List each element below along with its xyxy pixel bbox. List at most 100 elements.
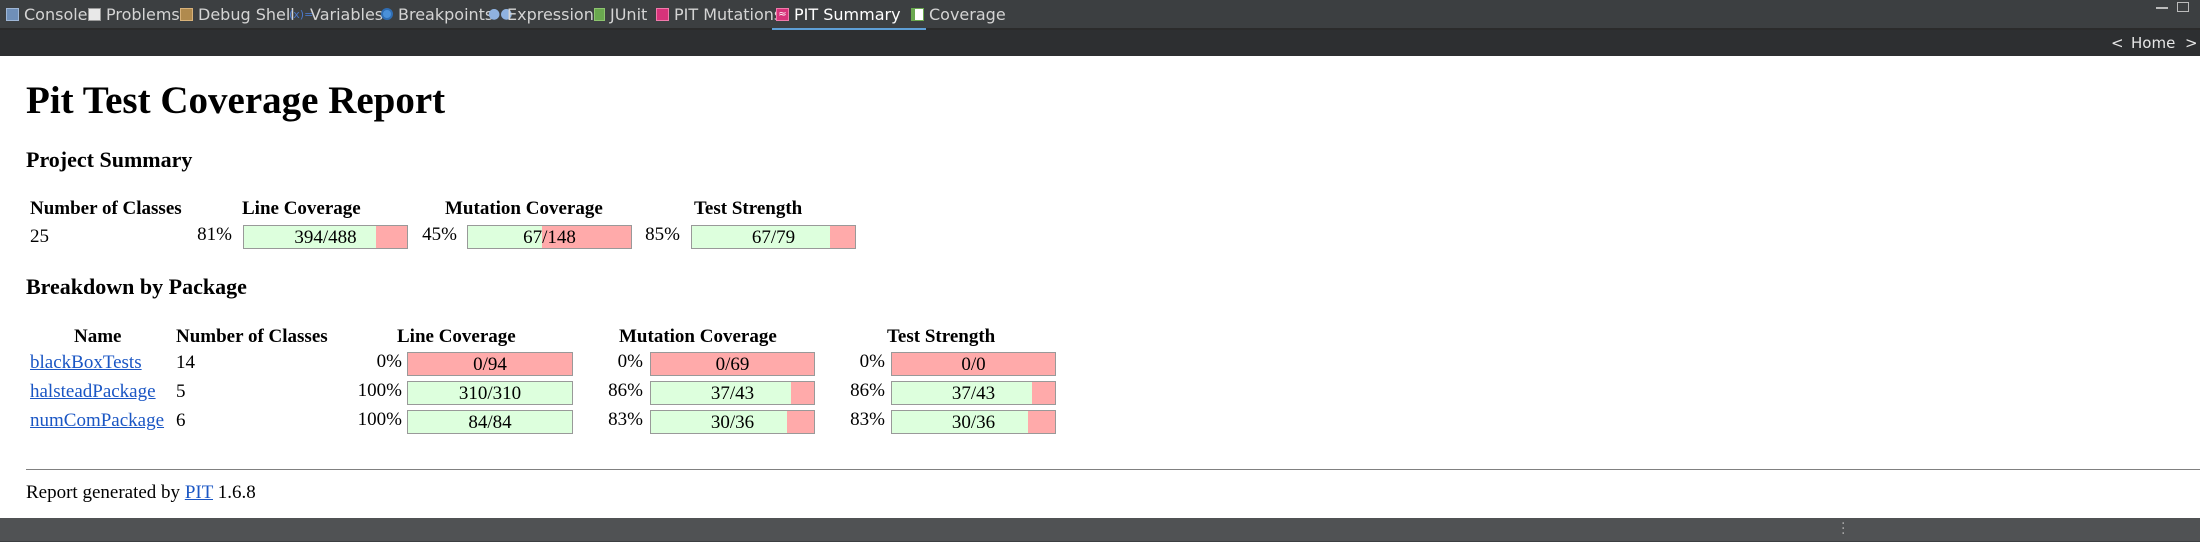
package-mutation-value: 37/43 bbox=[710, 383, 755, 404]
tab-label: JUnit bbox=[610, 4, 648, 24]
package-line-pct: 100% bbox=[357, 409, 402, 430]
browser-toolbar: < Home > bbox=[0, 30, 2200, 56]
view-tab-bar: Console Problems Debug Shell (x)= Variab… bbox=[0, 0, 2200, 31]
summary-strength-value: 67/79 bbox=[751, 227, 796, 248]
breakdown-header-classes: Number of Classes bbox=[176, 326, 328, 347]
report-page: Pit Test Coverage Report Project Summary… bbox=[0, 56, 2200, 518]
summary-line-bar: 394/488 bbox=[243, 225, 408, 249]
package-line-bar: 84/84 bbox=[407, 410, 573, 434]
package-classes: 14 bbox=[176, 352, 195, 373]
package-link-halsteadpackage[interactable]: halsteadPackage bbox=[30, 381, 156, 403]
package-line-bar: 0/94 bbox=[407, 352, 573, 376]
package-classes: 6 bbox=[176, 410, 186, 431]
package-link-blackboxtests[interactable]: blackBoxTests bbox=[30, 352, 142, 374]
tab-label: Console bbox=[24, 4, 88, 24]
tab-junit[interactable]: JUnit bbox=[594, 0, 647, 28]
tab-variables[interactable]: (x)= Variables bbox=[289, 0, 383, 28]
tab-label: Coverage bbox=[929, 4, 1006, 24]
pit-link[interactable]: PIT bbox=[185, 482, 213, 503]
summary-mutation-value: 67/148 bbox=[523, 227, 576, 248]
tab-label: Problems bbox=[106, 4, 180, 24]
summary-header-strength: Test Strength bbox=[694, 198, 803, 219]
summary-header-mutation: Mutation Coverage bbox=[445, 198, 603, 219]
report-footer: Report generated by PIT 1.6.8 bbox=[26, 482, 256, 504]
package-strength-bar: 30/36 bbox=[891, 410, 1056, 434]
resize-grip-icon[interactable]: · · · bbox=[1841, 517, 1845, 541]
breakdown-header-line: Line Coverage bbox=[397, 326, 516, 347]
summary-mutation-pct: 45% bbox=[422, 224, 457, 245]
forward-button[interactable]: > bbox=[2185, 34, 2198, 52]
summary-mutation-bar: 67/148 bbox=[467, 225, 632, 249]
summary-header-line: Line Coverage bbox=[242, 198, 361, 219]
tab-pit-mutations[interactable]: PIT Mutations bbox=[656, 0, 782, 28]
summary-strength-bar: 67/79 bbox=[691, 225, 856, 249]
expressions-icon: ●● bbox=[488, 5, 513, 22]
tab-label: Breakpoints bbox=[398, 4, 494, 24]
junit-icon bbox=[594, 7, 605, 21]
package-line-pct: 0% bbox=[376, 351, 402, 372]
package-line-bar: 310/310 bbox=[407, 381, 573, 405]
breakdown-header-name: Name bbox=[74, 326, 122, 347]
package-mutation-pct: 86% bbox=[608, 380, 643, 401]
package-mutation-pct: 83% bbox=[608, 409, 643, 430]
maximize-icon[interactable] bbox=[2177, 2, 2189, 12]
package-strength-pct: 0% bbox=[859, 351, 885, 372]
package-line-value: 0/94 bbox=[473, 354, 507, 375]
project-summary-heading: Project Summary bbox=[26, 147, 193, 172]
debug-shell-icon bbox=[180, 7, 193, 21]
summary-strength-pct: 85% bbox=[645, 224, 680, 245]
problems-icon bbox=[88, 7, 101, 21]
summary-line-value: 394/488 bbox=[294, 227, 357, 248]
coverage-icon bbox=[911, 7, 924, 21]
breakpoints-icon bbox=[381, 8, 393, 20]
package-mutation-bar: 0/69 bbox=[650, 352, 815, 376]
package-mutation-pct: 0% bbox=[617, 351, 643, 372]
package-strength-value: 37/43 bbox=[951, 383, 996, 404]
package-line-value: 84/84 bbox=[468, 412, 512, 433]
tab-label: Debug Shell bbox=[198, 4, 295, 24]
package-line-pct: 100% bbox=[357, 380, 402, 401]
breakdown-header-strength: Test Strength bbox=[887, 326, 996, 347]
tab-debug-shell[interactable]: Debug Shell bbox=[180, 0, 295, 28]
tab-console[interactable]: Console bbox=[6, 0, 88, 28]
minimize-icon[interactable] bbox=[2156, 2, 2168, 9]
package-mutation-bar: 30/36 bbox=[650, 410, 815, 434]
pit-mutations-icon bbox=[656, 7, 669, 21]
tab-label: Expressions bbox=[507, 4, 603, 24]
footer-divider bbox=[26, 469, 2200, 470]
console-icon bbox=[6, 7, 19, 21]
footer-version: 1.6.8 bbox=[217, 482, 256, 503]
tab-breakpoints[interactable]: Breakpoints bbox=[381, 0, 493, 28]
tab-label: Variables bbox=[310, 4, 384, 24]
status-bar: · · · bbox=[0, 517, 2200, 541]
package-strength-bar: 37/43 bbox=[891, 381, 1056, 405]
breakdown-heading: Breakdown by Package bbox=[26, 274, 247, 299]
footer-prefix: Report generated by bbox=[26, 482, 181, 503]
tab-label: PIT Mutations bbox=[674, 4, 783, 24]
summary-line-pct: 81% bbox=[197, 224, 232, 245]
package-strength-bar: 0/0 bbox=[891, 352, 1056, 376]
package-strength-value: 0/0 bbox=[961, 354, 986, 375]
breakdown-header-mutation: Mutation Coverage bbox=[619, 326, 777, 347]
package-strength-pct: 83% bbox=[850, 409, 885, 430]
home-button[interactable]: Home bbox=[2131, 34, 2175, 52]
summary-header-classes: Number of Classes bbox=[30, 198, 182, 219]
package-mutation-bar: 37/43 bbox=[650, 381, 815, 405]
page-title: Pit Test Coverage Report bbox=[26, 79, 446, 122]
pit-summary-icon: ≈ bbox=[776, 7, 789, 21]
package-strength-pct: 86% bbox=[850, 380, 885, 401]
tab-coverage[interactable]: Coverage bbox=[911, 0, 1006, 28]
tab-label: PIT Summary bbox=[794, 4, 901, 24]
package-mutation-value: 0/69 bbox=[715, 354, 750, 375]
tab-expressions[interactable]: ●● Expressions bbox=[488, 0, 602, 28]
package-strength-value: 30/36 bbox=[951, 412, 996, 433]
tab-pit-summary[interactable]: ≈ PIT Summary ✕ bbox=[771, 0, 927, 31]
summary-classes: 25 bbox=[30, 226, 49, 247]
package-mutation-value: 30/36 bbox=[710, 412, 755, 433]
package-link-numcompackage[interactable]: numComPackage bbox=[30, 410, 164, 432]
back-button[interactable]: < bbox=[2111, 34, 2124, 52]
tab-problems[interactable]: Problems bbox=[88, 0, 180, 28]
package-line-value: 310/310 bbox=[458, 383, 522, 404]
package-classes: 5 bbox=[176, 381, 186, 402]
variables-icon: (x)= bbox=[289, 7, 314, 21]
